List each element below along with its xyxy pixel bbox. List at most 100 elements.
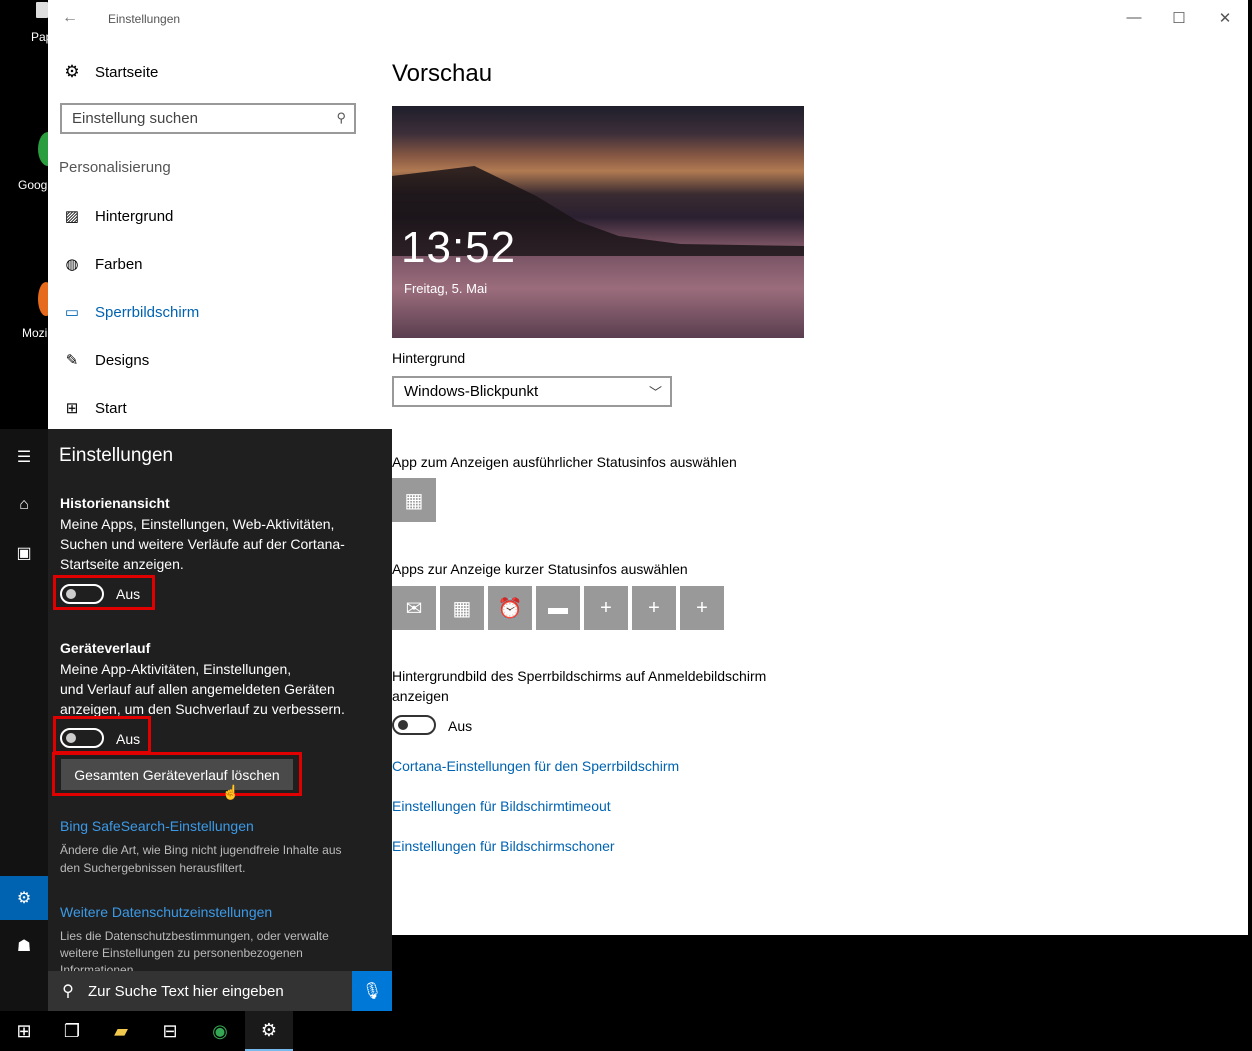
nav-home-label: Startseite [95,63,159,81]
palette-icon: ◍ [65,256,79,273]
alarm-icon: ⏰ [497,597,523,620]
desktop-icon-label: Mozi [22,326,48,340]
close-icon[interactable]: ✕ [1215,9,1235,27]
signin-background-label: Hintergrundbild des Sperrbildschirms auf… [392,668,767,684]
link-cortana-lockscreen[interactable]: Cortana-Einstellungen für den Sperrbilds… [392,758,679,774]
search-icon: ⚲ [336,110,346,125]
history-toggle-state: Aus [116,586,141,602]
cortana-panel: ☰ ⌂ ▣ ⚙ ☗ Einstellungen Historienansicht… [0,429,392,1011]
calendar-icon: ▦ [452,597,472,620]
start-grid-icon: ⊞ [65,400,79,417]
back-arrow-icon[interactable]: ← [62,9,78,27]
sidebar-item-label: Start [95,399,127,417]
search-icon: ⚲ [62,983,74,1000]
gear-icon: ⚙ [64,62,80,81]
windows-start-icon[interactable]: ⊞ [0,1011,48,1051]
link-screen-timeout[interactable]: Einstellungen für Bildschirmtimeout [392,798,611,814]
device-history-toggle-state: Aus [116,731,141,747]
lockscreen-icon: ▭ [64,304,80,321]
detailed-status-label: App zum Anzeigen ausführlicher Statusinf… [392,454,737,470]
maximize-icon[interactable]: ☐ [1169,9,1189,27]
calendar-icon: ▦ [404,489,424,512]
toggle-knob [66,733,76,743]
device-history-text: Meine App-Aktivitäten, Einstellungen, [60,661,292,677]
task-view-icon[interactable]: ❐ [48,1011,96,1051]
history-text: Meine Apps, Einstellungen, Web-Aktivität… [60,516,335,532]
background-dropdown[interactable]: Windows-Blickpunkt ﹀ [392,376,672,407]
settings-gear-icon[interactable]: ⚙ [0,876,48,920]
feedback-icon[interactable]: ☗ [0,924,48,968]
quick-status-mail-button[interactable]: ✉ [392,586,436,630]
privacy-desc: weitere Einstellungen zu personenbezogen… [60,946,303,960]
detailed-status-app-button[interactable]: ▦ [392,478,436,522]
preview-clock: 13:52 [401,223,517,272]
bing-safesearch-desc: den Suchergebnissen herausfiltert. [60,861,246,875]
file-explorer-icon[interactable]: ▰ [97,1011,145,1051]
background-label: Hintergrund [392,350,466,366]
plus-icon: + [600,596,612,619]
toggle-knob [398,720,408,730]
plus-icon: + [648,596,660,619]
history-text: Suchen und weitere Verläufe auf der Cort… [60,536,345,552]
sidebar-item-designs[interactable]: ✎ Designs [62,349,150,371]
quick-status-add-button[interactable]: + [584,586,628,630]
signin-background-label-cont: anzeigen [392,688,449,704]
sidebar-item-label: Farben [95,255,143,273]
store-icon[interactable]: ⊟ [146,1011,194,1051]
quick-status-add-button[interactable]: + [632,586,676,630]
history-text: Startseite anzeigen. [60,556,184,572]
chrome-icon[interactable]: ◉ [196,1011,244,1051]
search-placeholder: Einstellung suchen [72,110,198,127]
brush-icon: ✎ [65,352,79,369]
device-history-heading: Geräteverlauf [60,640,151,656]
cortana-title: Einstellungen [59,445,174,466]
search-box-placeholder: Zur Suche Text hier eingeben [88,982,284,1000]
quick-status-add-button[interactable]: + [680,586,724,630]
device-history-toggle[interactable] [60,728,104,748]
quick-status-message-button[interactable]: ▬ [536,586,580,630]
title-bar: ← Einstellungen — ☐ ✕ [48,0,1248,38]
quick-status-label: Apps zur Anzeige kurzer Statusinfos ausw… [392,561,688,577]
notebook-icon[interactable]: ▣ [0,531,48,575]
hand-cursor-icon: ☝ [222,784,240,800]
sidebar-item-sperrbildschirm[interactable]: ▭ Sperrbildschirm [62,301,199,323]
desktop-icon-label: Goog [18,178,48,192]
settings-search-input[interactable]: Einstellung suchen ⚲ [60,103,356,134]
bing-safesearch-desc: Ändere die Art, wie Bing nicht jugendfre… [60,843,342,857]
link-screensaver[interactable]: Einstellungen für Bildschirmschoner [392,838,615,854]
section-label: Personalisierung [59,159,171,176]
background-dropdown-value: Windows-Blickpunkt [404,383,539,400]
preview-date: Freitag, 5. Mai [404,281,488,296]
signin-background-toggle-state: Aus [448,718,473,734]
microphone-icon[interactable]: 🎙 [352,971,392,1011]
cortana-rail: ☰ ⌂ ▣ ⚙ ☗ [0,429,48,1011]
sidebar-item-hintergrund[interactable]: ▨ Hintergrund [62,205,173,227]
message-icon: ▬ [548,596,568,619]
privacy-settings-link[interactable]: Weitere Datenschutzeinstellungen [60,904,272,920]
page-title: Vorschau [392,60,493,87]
quick-status-alarm-button[interactable]: ⏰ [488,586,532,630]
hamburger-menu-icon[interactable]: ☰ [0,435,48,479]
history-toggle[interactable] [60,584,104,604]
lockscreen-preview-image: 13:52 Freitag, 5. Mai [392,106,804,338]
taskbar-search-box[interactable]: ⚲ Zur Suche Text hier eingeben 🎙 [48,971,392,1011]
bing-safesearch-link[interactable]: Bing SafeSearch-Einstellungen [60,818,254,834]
recycle-bin-icon [36,2,48,18]
toggle-knob [66,589,76,599]
image-icon: ▨ [64,208,80,225]
home-icon[interactable]: ⌂ [0,483,48,527]
window-title: Einstellungen [108,12,181,26]
settings-icon[interactable]: ⚙ [245,1011,293,1051]
signin-background-toggle[interactable] [392,715,436,735]
nav-home[interactable]: ⚙ Startseite [62,62,158,82]
sidebar-item-start[interactable]: ⊞ Start [62,397,127,419]
clear-device-history-button[interactable]: Gesamten Geräteverlauf löschen [61,759,293,790]
minimize-icon[interactable]: — [1124,9,1144,26]
sidebar-item-label: Designs [95,351,150,369]
taskbar: ⊞ ❐ ▰ ⊟ ◉ ⚙ [0,1011,1252,1051]
history-heading: Historienansicht [60,495,170,511]
quick-status-calendar-button[interactable]: ▦ [440,586,484,630]
device-history-text: und Verlauf auf allen angemeldeten Gerät… [60,681,335,697]
sidebar-item-farben[interactable]: ◍ Farben [62,253,143,275]
sidebar-item-label: Hintergrund [95,207,174,225]
